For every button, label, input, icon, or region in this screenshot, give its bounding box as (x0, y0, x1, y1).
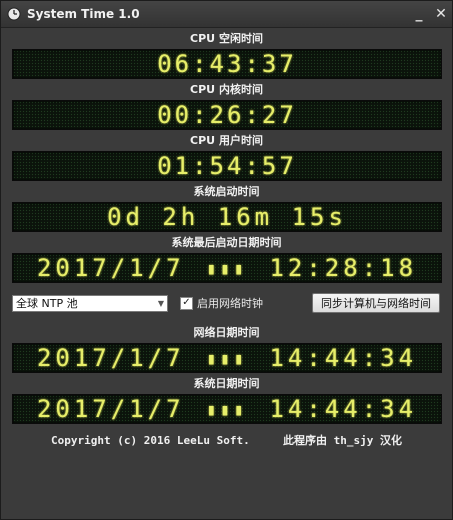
enable-net-clock[interactable]: ✓ 启用网络时钟 (180, 295, 263, 311)
cpu-user-label: CPU 用户时间 (190, 134, 263, 147)
cpu-kernel-label: CPU 内核时间 (190, 83, 263, 96)
footer: Copyright (c) 2016 LeeLu Soft. 此程序由 th_s… (11, 432, 442, 448)
sync-time-button[interactable]: 同步计算机与网络时间 (312, 293, 440, 313)
last-boot-time: 12:28:18 (269, 254, 418, 282)
ntp-pool-select[interactable]: 全球 NTP 池 ▼ (12, 294, 168, 312)
localization-credit: 此程序由 th_sjy 汉化 (282, 434, 402, 447)
cpu-idle-display: 06:43:37 (12, 49, 442, 79)
last-boot-display: 2017/1/7 ▮▮▮ 12:28:18 (12, 253, 442, 283)
sys-time-display: 2017/1/7 ▮▮▮ 14:44:34 (12, 394, 442, 424)
minimize-button[interactable]: _ (408, 4, 430, 24)
uptime-label: 系统启动时间 (193, 185, 260, 198)
uptime-value: 0d 2h 16m 15s (107, 203, 347, 231)
net-time-time: 14:44:34 (269, 344, 418, 372)
sys-time-label: 系统日期时间 (193, 377, 260, 390)
cpu-user-value: 01:54:57 (157, 152, 297, 180)
copyright-text: Copyright (c) 2016 LeeLu Soft. (51, 434, 250, 447)
net-time-label: 网络日期时间 (193, 326, 260, 339)
ntp-pool-selected: 全球 NTP 池 (16, 297, 78, 310)
enable-net-clock-checkbox[interactable]: ✓ (180, 296, 193, 310)
last-boot-weekday: ▮▮▮ (206, 258, 248, 278)
enable-net-clock-label: 启用网络时钟 (197, 297, 263, 310)
app-window: System Time 1.0 _ ✕ CPU 空闲时间 06:43:37 CP… (0, 0, 453, 520)
sys-time-date: 2017/1/7 (36, 395, 185, 423)
main-panel: CPU 空闲时间 06:43:37 CPU 内核时间 00:26:27 CPU … (1, 29, 452, 448)
net-time-display: 2017/1/7 ▮▮▮ 14:44:34 (12, 343, 442, 373)
uptime-display: 0d 2h 16m 15s (12, 202, 442, 232)
chevron-down-icon: ▼ (157, 298, 164, 308)
cpu-idle-value: 06:43:37 (157, 50, 297, 78)
net-time-weekday: ▮▮▮ (206, 348, 248, 368)
title-bar[interactable]: System Time 1.0 _ ✕ (1, 1, 452, 28)
clock-icon (7, 7, 21, 21)
last-boot-label: 系统最后启动日期时间 (171, 236, 282, 249)
close-button[interactable]: ✕ (430, 4, 452, 24)
cpu-kernel-display: 00:26:27 (12, 100, 442, 130)
ntp-controls: 全球 NTP 池 ▼ ✓ 启用网络时钟 同步计算机与网络时间 (11, 289, 442, 317)
cpu-user-display: 01:54:57 (12, 151, 442, 181)
cpu-kernel-value: 00:26:27 (157, 101, 297, 129)
cpu-idle-label: CPU 空闲时间 (190, 32, 263, 45)
sys-time-weekday: ▮▮▮ (206, 399, 248, 419)
sys-time-time: 14:44:34 (269, 395, 418, 423)
window-title: System Time 1.0 (27, 7, 140, 21)
net-time-date: 2017/1/7 (36, 344, 185, 372)
last-boot-date: 2017/1/7 (36, 254, 185, 282)
